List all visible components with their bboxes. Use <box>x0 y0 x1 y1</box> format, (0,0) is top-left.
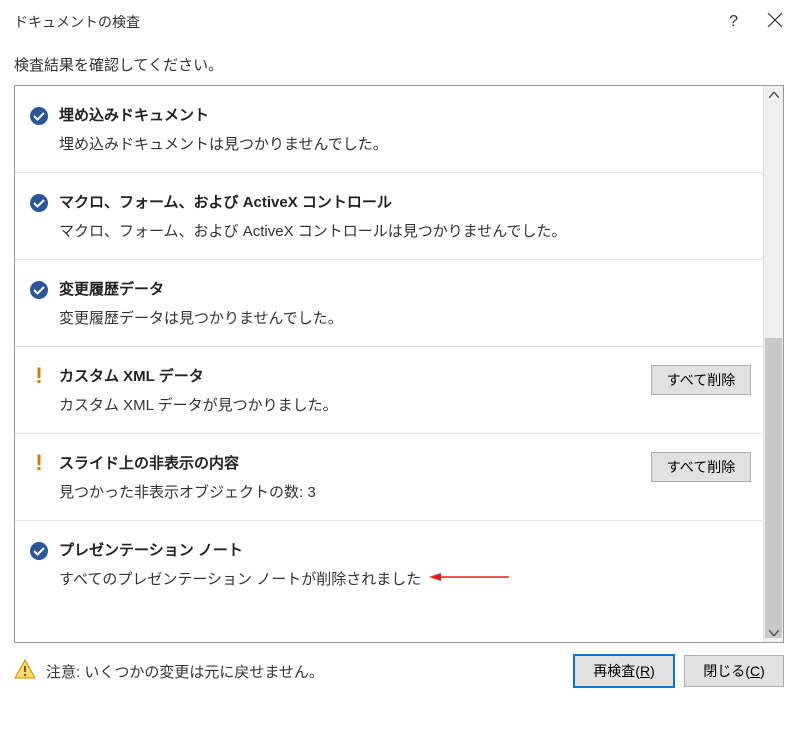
scrollbar-thumb[interactable] <box>765 338 782 638</box>
result-item: プレゼンテーション ノート すべてのプレゼンテーション ノートが削除されました <box>15 520 763 607</box>
titlebar: ドキュメントの検査 ? <box>0 0 798 44</box>
arrow-icon <box>429 569 509 589</box>
result-title: 埋め込みドキュメント <box>59 104 751 125</box>
result-desc: すべてのプレゼンテーション ノートが削除されました <box>59 568 751 589</box>
help-icon[interactable]: ? <box>729 13 738 31</box>
scroll-down-icon[interactable] <box>764 624 783 642</box>
result-desc: 埋め込みドキュメントは見つかりませんでした。 <box>59 133 751 154</box>
exclamation-icon: ! <box>29 454 49 472</box>
close-button[interactable]: 閉じる(C) <box>684 655 784 687</box>
result-desc: 変更履歴データは見つかりませんでした。 <box>59 307 751 328</box>
dialog-footer: 注意: いくつかの変更は元に戻せません。 再検査(R) 閉じる(C) <box>0 643 798 699</box>
result-item: 変更履歴データ 変更履歴データは見つかりませんでした。 <box>15 259 763 346</box>
results-list: 埋め込みドキュメント 埋め込みドキュメントは見つかりませんでした。 マクロ、フォ… <box>15 86 763 642</box>
result-body: スライド上の非表示の内容 見つかった非表示オブジェクトの数: 3 <box>59 452 651 502</box>
result-item: ! カスタム XML データ カスタム XML データが見つかりました。 すべて… <box>15 346 763 433</box>
scrollbar[interactable] <box>763 86 783 642</box>
status-icon: ! <box>29 365 59 415</box>
result-action: すべて削除 <box>651 365 751 415</box>
exclamation-icon: ! <box>29 367 49 385</box>
warning-triangle-icon <box>14 658 36 684</box>
result-action: すべて削除 <box>651 452 751 502</box>
results-panel: 埋め込みドキュメント 埋め込みドキュメントは見つかりませんでした。 マクロ、フォ… <box>14 85 784 643</box>
remove-all-button[interactable]: すべて削除 <box>651 452 751 482</box>
footer-buttons: 再検査(R) 閉じる(C) <box>574 655 784 687</box>
result-desc-text: すべてのプレゼンテーション ノートが削除されました <box>59 568 421 589</box>
result-item: ! スライド上の非表示の内容 見つかった非表示オブジェクトの数: 3 すべて削除 <box>15 433 763 520</box>
result-desc: カスタム XML データが見つかりました。 <box>59 394 651 415</box>
result-title: 変更履歴データ <box>59 278 751 299</box>
status-icon <box>29 104 59 154</box>
status-icon <box>29 278 59 328</box>
result-title: カスタム XML データ <box>59 365 651 386</box>
reinspect-button[interactable]: 再検査(R) <box>574 655 674 687</box>
result-item: マクロ、フォーム、および ActiveX コントロール マクロ、フォーム、および… <box>15 172 763 259</box>
check-icon <box>29 287 49 303</box>
status-icon: ! <box>29 452 59 502</box>
check-icon <box>29 113 49 129</box>
dialog-title: ドキュメントの検査 <box>14 12 140 32</box>
result-desc: 見つかった非表示オブジェクトの数: 3 <box>59 481 651 502</box>
result-title: プレゼンテーション ノート <box>59 539 751 560</box>
result-body: 埋め込みドキュメント 埋め込みドキュメントは見つかりませんでした。 <box>59 104 751 154</box>
window-controls: ? <box>729 11 784 34</box>
footer-warning: 注意: いくつかの変更は元に戻せません。 <box>14 658 324 684</box>
status-icon <box>29 191 59 241</box>
result-title: マクロ、フォーム、および ActiveX コントロール <box>59 191 751 212</box>
result-body: 変更履歴データ 変更履歴データは見つかりませんでした。 <box>59 278 751 328</box>
scroll-up-icon[interactable] <box>764 86 783 104</box>
result-desc: マクロ、フォーム、および ActiveX コントロールは見つかりませんでした。 <box>59 220 751 241</box>
footer-warning-text: 注意: いくつかの変更は元に戻せません。 <box>46 661 324 682</box>
instructions-text: 検査結果を確認してください。 <box>0 44 798 79</box>
close-icon[interactable] <box>766 11 784 34</box>
result-body: マクロ、フォーム、および ActiveX コントロール マクロ、フォーム、および… <box>59 191 751 241</box>
result-body: カスタム XML データ カスタム XML データが見つかりました。 <box>59 365 651 415</box>
remove-all-button[interactable]: すべて削除 <box>651 365 751 395</box>
result-item: 埋め込みドキュメント 埋め込みドキュメントは見つかりませんでした。 <box>15 86 763 172</box>
result-body: プレゼンテーション ノート すべてのプレゼンテーション ノートが削除されました <box>59 539 751 589</box>
check-icon <box>29 548 49 564</box>
check-icon <box>29 200 49 216</box>
result-title: スライド上の非表示の内容 <box>59 452 651 473</box>
status-icon <box>29 539 59 589</box>
